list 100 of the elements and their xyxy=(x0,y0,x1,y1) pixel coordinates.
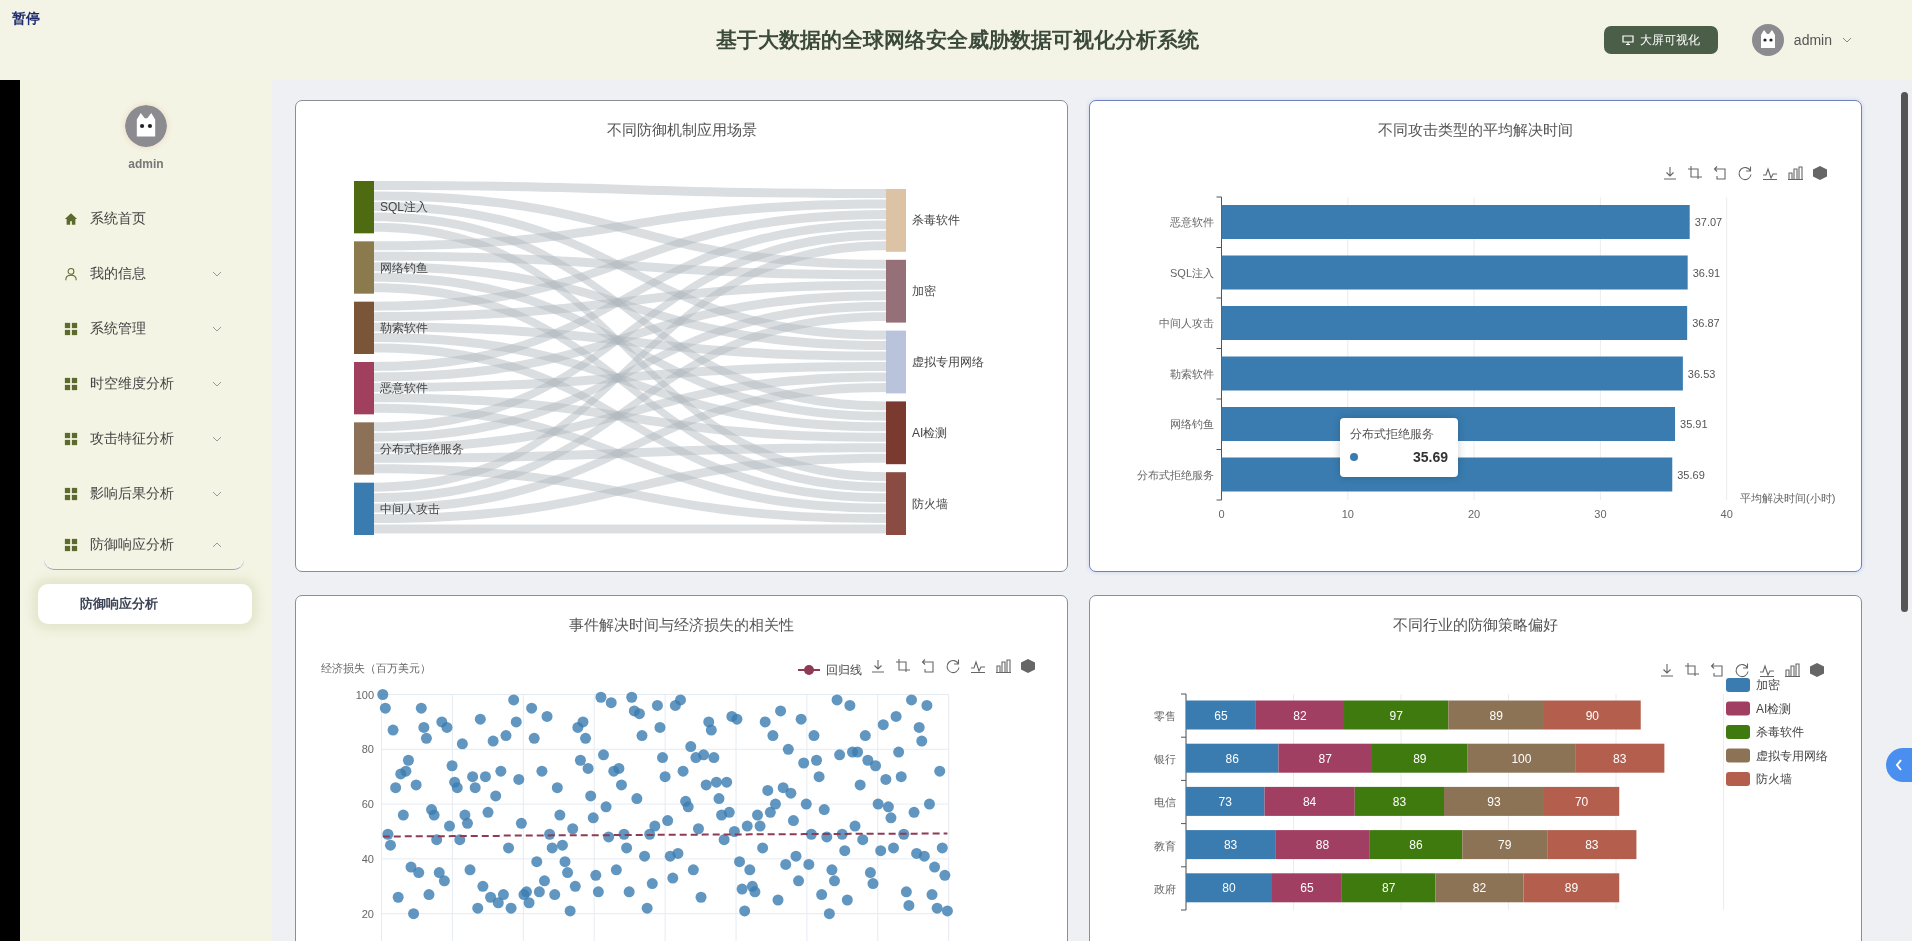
download-icon[interactable] xyxy=(1662,165,1678,181)
tooltip-value: 35.69 xyxy=(1412,449,1448,465)
submenu-item[interactable]: 防御响应分析 xyxy=(38,584,252,624)
tooltip-title: 分布式拒绝服务 xyxy=(1350,426,1435,443)
sankey-node[interactable] xyxy=(354,181,374,234)
zoom-icon[interactable] xyxy=(1684,662,1700,678)
legend-swatch[interactable] xyxy=(1726,725,1750,739)
zoom-icon[interactable] xyxy=(1687,165,1703,181)
zoom-reset-icon[interactable] xyxy=(1709,662,1725,678)
bar-segment[interactable] xyxy=(1369,830,1463,860)
bar-segment[interactable] xyxy=(1344,700,1449,730)
bar-segment[interactable] xyxy=(1186,873,1272,903)
menu-item[interactable]: 系统首页 xyxy=(20,191,248,246)
caret-icon[interactable] xyxy=(1842,37,1852,43)
axis-label: 政府 xyxy=(1154,882,1176,895)
bar-segment[interactable] xyxy=(1462,830,1548,860)
bar-segment[interactable] xyxy=(1278,743,1372,773)
bar-segment[interactable] xyxy=(1435,873,1524,903)
legend-swatch[interactable] xyxy=(1726,678,1750,692)
bar-segment[interactable] xyxy=(1186,700,1256,730)
legend-label[interactable]: 杀毒软件 xyxy=(1756,725,1804,739)
zoom-reset-icon[interactable] xyxy=(1712,165,1728,181)
legend-label[interactable]: 加密 xyxy=(1756,678,1780,692)
refresh-icon[interactable] xyxy=(1737,165,1753,181)
grid-icon xyxy=(64,486,78,501)
menu-item[interactable]: 我的信息 xyxy=(20,246,248,301)
sankey-node[interactable] xyxy=(886,259,906,323)
line-chart-icon[interactable] xyxy=(1762,165,1778,181)
scrollbar-thumb[interactable] xyxy=(1901,92,1908,612)
stack-icon[interactable] xyxy=(1809,662,1825,678)
bar-segment[interactable] xyxy=(1275,830,1370,860)
avatar-icon[interactable] xyxy=(1751,24,1784,56)
tick-label: 60 xyxy=(361,798,374,811)
download-icon[interactable] xyxy=(870,658,886,674)
bar-segment[interactable] xyxy=(1444,786,1544,816)
collapse-handle[interactable] xyxy=(1886,748,1912,782)
bar-segment[interactable] xyxy=(1372,743,1468,773)
legend-swatch[interactable] xyxy=(1726,772,1750,786)
chevron-icon xyxy=(212,490,222,497)
bar-segment[interactable] xyxy=(1354,786,1444,816)
bar-chart-icon[interactable] xyxy=(1787,165,1803,181)
bar-segment[interactable] xyxy=(1544,700,1641,730)
bar[interactable] xyxy=(1221,356,1683,391)
value-label: 93 xyxy=(1487,794,1501,809)
legend-swatch[interactable] xyxy=(1726,701,1750,716)
legend-label[interactable]: AI检测 xyxy=(1756,701,1792,716)
axis-label: 网络钓鱼 xyxy=(1170,418,1214,430)
value-label: 86 xyxy=(1409,838,1423,853)
download-icon[interactable] xyxy=(1659,662,1675,678)
sankey-node[interactable] xyxy=(886,401,906,465)
big-screen-button[interactable]: 大屏可视化 xyxy=(1603,26,1718,54)
legend-swatch[interactable] xyxy=(1726,748,1750,763)
legend-label[interactable]: 回归线 xyxy=(826,663,862,677)
stack-icon[interactable] xyxy=(1812,165,1828,181)
legend-marker[interactable] xyxy=(797,665,821,675)
bar-chart-icon[interactable] xyxy=(995,658,1011,674)
bar-segment[interactable] xyxy=(1523,873,1620,903)
sankey-node[interactable] xyxy=(354,482,374,535)
bar-segment[interactable] xyxy=(1544,786,1620,816)
bar-segment[interactable] xyxy=(1341,873,1436,903)
legend-label[interactable]: 防火墙 xyxy=(1756,772,1792,786)
menu-item[interactable]: 攻击特征分析 xyxy=(20,411,248,466)
value-label: 100 xyxy=(1511,751,1532,766)
value-label: 89 xyxy=(1564,881,1579,896)
bar-segment[interactable] xyxy=(1186,743,1279,773)
sankey-node[interactable] xyxy=(354,241,374,294)
bar-segment[interactable] xyxy=(1448,700,1544,730)
menu-item[interactable]: 时空维度分析 xyxy=(20,356,248,411)
bar-segment[interactable] xyxy=(1264,786,1355,816)
bar-segment[interactable] xyxy=(1186,830,1276,860)
zoom-reset-icon[interactable] xyxy=(920,658,936,674)
node-label: 中间人攻击 xyxy=(380,501,440,516)
value-label: 97 xyxy=(1389,708,1403,723)
grid-icon xyxy=(64,538,78,552)
sankey-node[interactable] xyxy=(354,362,374,415)
bar[interactable] xyxy=(1221,255,1688,290)
refresh-icon[interactable] xyxy=(945,658,961,674)
bar-segment[interactable] xyxy=(1272,873,1342,903)
line-chart-icon[interactable] xyxy=(1759,662,1775,678)
zoom-icon[interactable] xyxy=(895,658,911,674)
sankey-node[interactable] xyxy=(886,189,906,252)
bar-segment[interactable] xyxy=(1467,743,1576,773)
user-name[interactable]: admin xyxy=(1793,32,1832,48)
bar-segment[interactable] xyxy=(1575,743,1665,773)
sankey-node[interactable] xyxy=(886,330,906,394)
stack-icon[interactable] xyxy=(1020,658,1036,674)
scatter-points[interactable] xyxy=(377,689,953,920)
menu-item[interactable]: 系统管理 xyxy=(20,301,248,356)
refresh-icon[interactable] xyxy=(1734,662,1750,678)
bar-segment[interactable] xyxy=(1255,700,1345,730)
bar-chart-icon[interactable] xyxy=(1784,662,1800,678)
bar-segment[interactable] xyxy=(1547,830,1637,860)
line-chart-icon[interactable] xyxy=(970,658,986,674)
sankey-node[interactable] xyxy=(354,301,374,354)
menu-item[interactable]: 影响后果分析 xyxy=(20,466,248,521)
sankey-node[interactable] xyxy=(354,422,374,475)
menu-item[interactable]: 防御响应分析 xyxy=(44,521,244,570)
sankey-node[interactable] xyxy=(886,472,906,535)
bar-segment[interactable] xyxy=(1186,786,1265,816)
legend-label[interactable]: 虚拟专用网络 xyxy=(1756,748,1828,763)
